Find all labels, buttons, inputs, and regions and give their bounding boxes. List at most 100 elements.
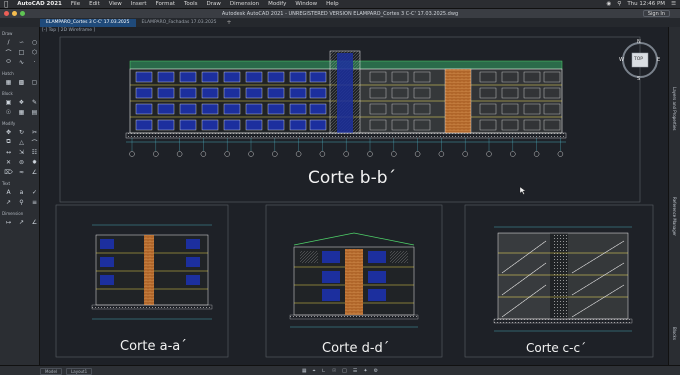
find-text-icon[interactable]: ⚲	[16, 198, 27, 206]
viewcube-north[interactable]: N	[637, 39, 641, 45]
model-tab[interactable]: Model	[40, 368, 63, 375]
polar-toggle-icon[interactable]: ☉	[332, 368, 336, 374]
line-tool-icon[interactable]: ∕	[3, 38, 14, 46]
section-text[interactable]: Text	[0, 180, 39, 187]
explode-tool-icon[interactable]: ✸	[29, 158, 40, 166]
menu-modify[interactable]: Modify	[268, 1, 286, 7]
menu-format[interactable]: Format	[156, 1, 175, 7]
polyline-tool-icon[interactable]: ∽	[16, 38, 27, 46]
circle-tool-icon[interactable]: ○	[29, 38, 40, 46]
menu-file[interactable]: File	[71, 1, 80, 7]
rotate-tool-icon[interactable]: ↻	[16, 128, 27, 136]
menu-window[interactable]: Window	[295, 1, 317, 7]
text-align-icon[interactable]: ≡	[29, 198, 40, 206]
window-block	[245, 87, 263, 99]
leader-tool-icon[interactable]: ↗	[3, 198, 14, 206]
clock[interactable]: Thu 12:46 PM	[627, 1, 665, 7]
section-a-a-drawing	[91, 224, 213, 320]
workspace-gear-icon[interactable]: ⚙	[374, 368, 378, 374]
aligned-dimension-icon[interactable]: ↗	[16, 218, 27, 226]
gradient-tool-icon[interactable]: ▩	[16, 78, 27, 86]
menu-dimension[interactable]: Dimension	[230, 1, 259, 7]
mtext-tool-icon[interactable]: A	[3, 188, 14, 196]
viewcube-top-face[interactable]: TOP	[634, 57, 643, 62]
menu-tools[interactable]: Tools	[184, 1, 198, 7]
annotation-scale-icon[interactable]: ✦	[363, 368, 367, 374]
osnap-toggle-icon[interactable]: □	[342, 368, 347, 374]
menu-view[interactable]: View	[109, 1, 122, 7]
move-tool-icon[interactable]: ✥	[3, 128, 14, 136]
sign-in-button[interactable]: Sign In	[642, 10, 670, 17]
linear-dimension-icon[interactable]: ↦	[3, 218, 14, 226]
tab-cortes[interactable]: ELAMPARO_Cortes 3 C-C' 17.03.2025	[40, 19, 136, 27]
viewcube-east[interactable]: E	[657, 57, 660, 63]
chamfer-tool-icon[interactable]: ∠	[29, 168, 40, 176]
menu-insert[interactable]: Insert	[131, 1, 147, 7]
drawing-canvas[interactable]: [-] Top ] 2D Wireframe ] Corte b-b´ Cort…	[40, 27, 668, 365]
hatch-tool-icon[interactable]: ▦	[3, 78, 14, 86]
mirror-tool-icon[interactable]: △	[16, 138, 27, 146]
spline-tool-icon[interactable]: ∿	[16, 58, 27, 66]
zoom-window-button[interactable]	[20, 11, 25, 16]
menu-help[interactable]: Help	[326, 1, 339, 7]
polygon-tool-icon[interactable]: ⬡	[29, 48, 40, 56]
attribute-icon[interactable]: ☉	[3, 108, 14, 116]
section-dimension[interactable]: Dimension	[0, 210, 39, 217]
close-window-button[interactable]	[4, 11, 9, 16]
blocks-tab[interactable]: Blocks	[672, 327, 677, 340]
section-modify[interactable]: Modify	[0, 120, 39, 127]
wifi-icon[interactable]: ◉	[606, 1, 611, 7]
window-block	[135, 103, 153, 115]
grid-toggle-icon[interactable]: ▦	[302, 368, 307, 374]
trim-tool-icon[interactable]: ✂	[29, 128, 40, 136]
create-block-icon[interactable]: ❖	[16, 98, 27, 106]
window-block	[289, 71, 307, 83]
field-icon[interactable]: ▤	[29, 108, 40, 116]
arc-tool-icon[interactable]: ⌒	[3, 48, 14, 57]
control-center-icon[interactable]: ☰	[671, 1, 676, 7]
ellipse-tool-icon[interactable]: ⬭	[3, 58, 14, 66]
layers-properties-tab[interactable]: Layers and Properties	[672, 87, 677, 131]
insert-block-icon[interactable]: ▣	[3, 98, 14, 106]
section-block[interactable]: Block	[0, 90, 39, 97]
array-tool-icon[interactable]: ☷	[29, 148, 40, 156]
point-tool-icon[interactable]: ·	[29, 58, 40, 66]
fillet-tool-icon[interactable]: ⌒	[29, 138, 40, 147]
join-tool-icon[interactable]: ≈	[16, 168, 27, 176]
offset-tool-icon[interactable]: ⊜	[16, 158, 27, 166]
viewcube-west[interactable]: W	[619, 57, 624, 63]
break-tool-icon[interactable]: ⌦	[3, 168, 14, 176]
window-block	[289, 119, 307, 131]
apple-menu-icon[interactable]: 	[4, 0, 8, 8]
stretch-tool-icon[interactable]: ↔	[3, 148, 14, 156]
layout1-tab[interactable]: Layout1	[66, 368, 93, 375]
window-block	[135, 119, 153, 131]
new-tab-button[interactable]: +	[223, 19, 236, 27]
menu-edit[interactable]: Edit	[89, 1, 100, 7]
edit-block-icon[interactable]: ✎	[29, 98, 40, 106]
tab-fachadas[interactable]: ELAMPARO_Fachadas 17.03.2025	[136, 19, 223, 27]
search-icon[interactable]: ⚲	[617, 1, 621, 7]
axis-bubble	[129, 151, 135, 157]
rectangle-tool-icon[interactable]: □	[16, 48, 27, 56]
viewcube-south[interactable]: S	[637, 76, 640, 82]
spell-check-icon[interactable]: ✓	[29, 188, 40, 196]
section-hatch[interactable]: Hatch	[0, 70, 39, 77]
menu-draw[interactable]: Draw	[207, 1, 221, 7]
minimize-window-button[interactable]	[12, 11, 17, 16]
text-style-icon[interactable]: a	[16, 188, 27, 196]
scale-tool-icon[interactable]: ⇲	[16, 148, 27, 156]
lineweight-toggle-icon[interactable]: ☰	[353, 368, 357, 374]
boundary-tool-icon[interactable]: ▢	[29, 78, 40, 86]
reference-manager-tab[interactable]: Reference Manager	[672, 197, 677, 236]
table-icon[interactable]: ▦	[16, 108, 27, 116]
copy-tool-icon[interactable]: ⧉	[3, 138, 14, 146]
angular-dimension-icon[interactable]: ∠	[29, 218, 40, 226]
section-draw[interactable]: Draw	[0, 30, 39, 37]
section-b-b-drawing	[125, 50, 567, 157]
app-menu[interactable]: AutoCAD 2021	[17, 1, 62, 7]
erase-tool-icon[interactable]: ✕	[3, 158, 14, 166]
ortho-toggle-icon[interactable]: ∟	[321, 368, 325, 374]
window-block	[157, 103, 175, 115]
snap-toggle-icon[interactable]: ⌖	[313, 368, 316, 374]
